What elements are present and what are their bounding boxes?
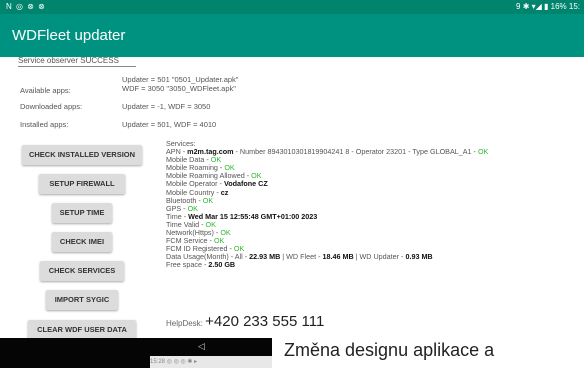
helpdesk-label: HelpDesk: xyxy=(166,319,203,328)
mobile-country-row: Mobile Country - cz xyxy=(166,187,229,197)
helpdesk: HelpDesk: +420 233 555 111 xyxy=(166,313,324,330)
downloaded-apps-label: Downloaded apps: xyxy=(20,102,83,111)
service-observer-status: Service observer SUCCESS xyxy=(18,56,119,65)
installed-apps-label: Installed apps: xyxy=(20,120,69,129)
import-sygic-button[interactable]: IMPORT SYGIC xyxy=(46,290,118,310)
caption-text: Změna designu aplikace a xyxy=(284,340,495,360)
notification-icons: N ◎ ⊗ ⊗ xyxy=(6,2,46,11)
available-apps-value-1: Updater = 501 "0501_Updater.apk" xyxy=(122,75,239,84)
check-imei-button[interactable]: CHECK IMEI xyxy=(52,232,112,252)
app-bar: WDFleet updater xyxy=(0,14,584,57)
setup-firewall-button[interactable]: SETUP FIREWALL xyxy=(39,174,125,194)
status-bar: N ◎ ⊗ ⊗ 9 ✱ ▾◢ ▮ 16% 15: xyxy=(0,0,584,14)
helpdesk-phone[interactable]: +420 233 555 111 xyxy=(205,313,324,330)
installed-apps-value: Updater = 501, WDF = 4010 xyxy=(122,120,217,129)
check-installed-version-button[interactable]: CHECK INSTALLED VERSION xyxy=(22,145,142,165)
setup-time-button[interactable]: SETUP TIME xyxy=(52,203,112,223)
bluetooth-row: Bluetooth - OK xyxy=(166,195,214,205)
mini-status-bar: 15:28 ◎ ◎ ◎ ✱ ▸ xyxy=(150,356,272,368)
divider xyxy=(18,66,136,67)
clear-wdf-user-data-button[interactable]: CLEAR WDF USER DATA xyxy=(28,320,136,340)
free-space-row: Free space - 2.50 GB xyxy=(166,260,236,270)
system-status-icons: 9 ✱ ▾◢ ▮ 16% 15: xyxy=(516,2,580,11)
app-title: WDFleet updater xyxy=(12,27,126,44)
back-icon[interactable]: ◁ xyxy=(198,341,205,352)
check-services-button[interactable]: CHECK SERVICES xyxy=(40,261,124,281)
services-panel: Services: APN - m2m.tag.com - Number 894… xyxy=(166,139,488,270)
available-apps-label: Available apps: xyxy=(20,86,71,95)
downloaded-apps-value: Updater = -1, WDF = 3050 xyxy=(122,102,211,111)
available-apps-value-2: WDF = 3050 "3050_WDFleet.apk" xyxy=(122,84,236,93)
